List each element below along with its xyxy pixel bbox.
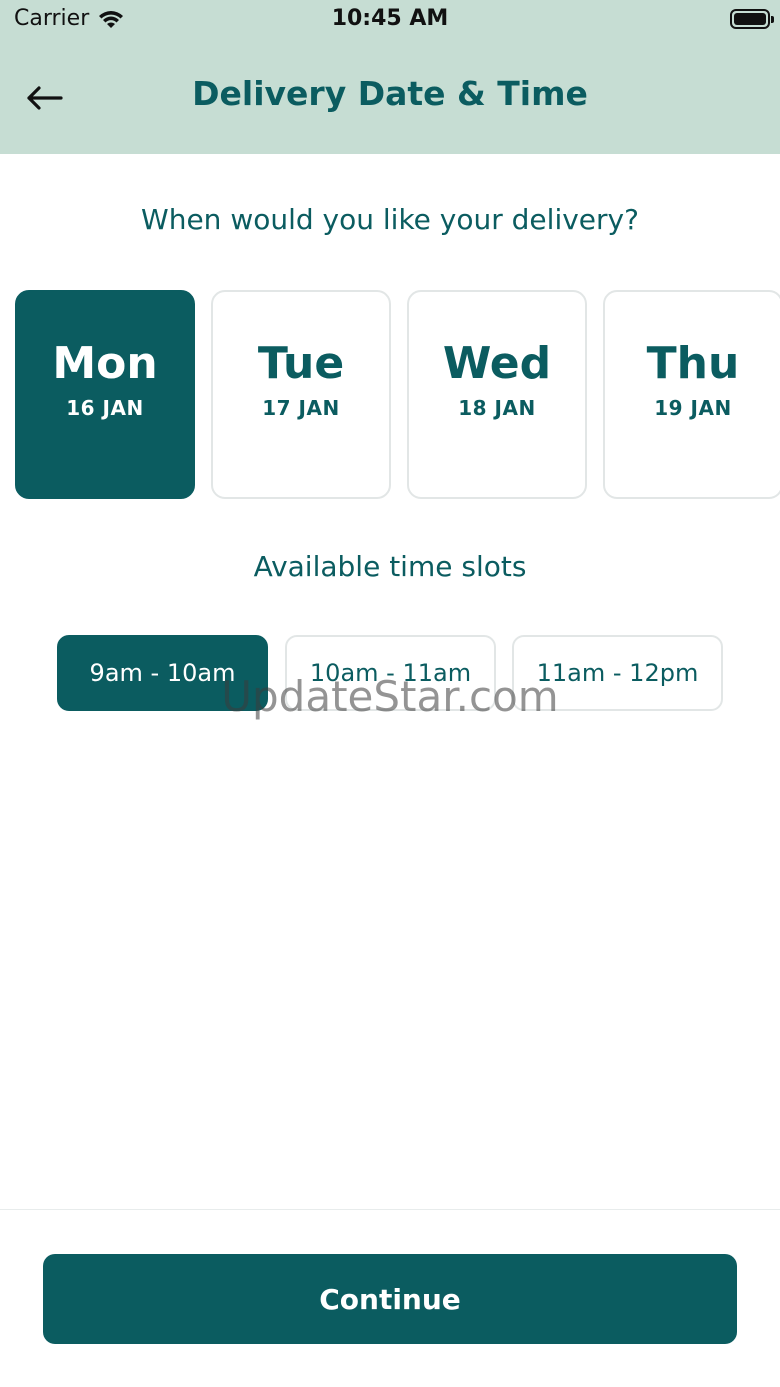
time-slot-10am[interactable]: 10am - 11am xyxy=(285,635,496,711)
time-slot-11am[interactable]: 11am - 12pm xyxy=(512,635,723,711)
header: Delivery Date & Time xyxy=(0,40,780,154)
delivery-question: When would you like your delivery? xyxy=(141,203,639,236)
day-selector: Mon 16 JAN Tue 17 JAN Wed 18 JAN Thu 19 … xyxy=(15,290,780,500)
day-date: 18 JAN xyxy=(458,396,536,420)
continue-button[interactable]: Continue xyxy=(43,1254,737,1344)
day-card-wed[interactable]: Wed 18 JAN xyxy=(407,290,587,499)
day-card-mon[interactable]: Mon 16 JAN xyxy=(15,290,195,499)
day-date: 19 JAN xyxy=(654,396,732,420)
slots-title: Available time slots xyxy=(253,550,527,583)
battery-icon xyxy=(730,9,774,29)
day-name: Wed xyxy=(442,338,552,389)
day-date: 16 JAN xyxy=(66,396,144,420)
day-date: 17 JAN xyxy=(262,396,340,420)
day-card-thu[interactable]: Thu 19 JAN xyxy=(603,290,780,499)
status-time: 10:45 AM xyxy=(331,6,449,31)
day-name: Thu xyxy=(646,338,740,389)
page-title: Delivery Date & Time xyxy=(192,74,588,113)
day-card-tue[interactable]: Tue 17 JAN xyxy=(211,290,391,499)
day-name: Tue xyxy=(257,338,345,389)
status-bar: Carrier 10:45 AM xyxy=(0,0,780,40)
footer-divider xyxy=(0,1209,780,1210)
time-slot-9am[interactable]: 9am - 10am xyxy=(57,635,268,711)
day-name: Mon xyxy=(52,338,158,389)
